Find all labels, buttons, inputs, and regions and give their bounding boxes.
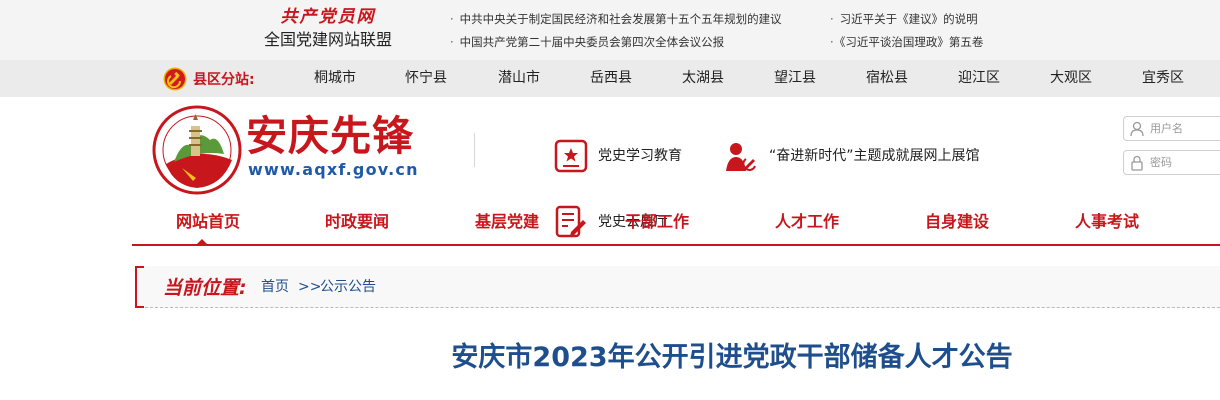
username-field[interactable] — [1123, 116, 1220, 141]
top-link[interactable]: 《习近平谈治国理政》第五卷 — [830, 34, 984, 50]
nav-item-talent[interactable]: 人才工作 — [775, 212, 839, 232]
region-item[interactable]: 潜山市 — [498, 69, 540, 87]
password-input[interactable] — [1150, 154, 1220, 171]
union-logo-name: 全国党建网站联盟 — [263, 30, 392, 49]
union-logo[interactable]: 共产党员网 全国党建网站联盟 — [252, 6, 404, 52]
header-divider — [474, 133, 475, 167]
region-item[interactable]: 桐城市 — [314, 69, 356, 87]
region-item[interactable]: 大观区 — [1050, 69, 1092, 87]
party-emblem-icon — [163, 67, 187, 91]
region-item[interactable]: 宿松县 — [866, 69, 908, 87]
article-title: 安庆市2023年公开引进党政干部储备人才公告 — [451, 342, 1013, 373]
top-link[interactable]: 中共中央关于制定国民经济和社会发展第十五个五年规划的建议 — [450, 11, 782, 27]
site-logo-url: www.aqxf.gov.cn — [248, 160, 419, 179]
user-icon — [1130, 121, 1144, 137]
union-logo-script: 共产党员网 — [280, 7, 376, 27]
breadcrumb: 当前位置: 首页 >> 公示公告 — [135, 266, 1220, 308]
region-item[interactable]: 宜秀区 — [1142, 69, 1184, 87]
nav-item-cadre[interactable]: 干部工作 — [625, 212, 689, 232]
region-item[interactable]: 迎江区 — [958, 69, 1000, 87]
site-logo-icon[interactable] — [152, 104, 242, 196]
nav-underline — [132, 244, 1220, 246]
breadcrumb-bracket — [135, 266, 144, 308]
password-field[interactable] — [1123, 150, 1220, 175]
header-link-exhibition[interactable]: “奋进新时代”主题成就展网上展馆 — [769, 147, 980, 165]
nav-item-grassroots[interactable]: 基层党建 — [475, 212, 539, 232]
breadcrumb-current-link[interactable]: 公示公告 — [320, 278, 376, 296]
breadcrumb-home-link[interactable]: 首页 — [261, 278, 289, 296]
breadcrumb-label: 当前位置: — [163, 277, 247, 299]
nav-item-politics[interactable]: 时政要闻 — [325, 212, 389, 232]
top-link[interactable]: 习近平关于《建议》的说明 — [830, 11, 978, 27]
region-item[interactable]: 岳西县 — [590, 69, 632, 87]
region-item[interactable]: 望江县 — [774, 69, 816, 87]
nav-item-self-building[interactable]: 自身建设 — [925, 212, 989, 232]
breadcrumb-separator: >> — [298, 279, 322, 295]
cloud-hall-icon[interactable] — [554, 205, 588, 239]
site-logo-title[interactable]: 安庆先锋 — [246, 112, 414, 160]
top-link[interactable]: 中国共产党第二十届中央委员会第四次全体会议公报 — [450, 34, 725, 50]
username-input[interactable] — [1150, 120, 1220, 137]
region-label: 县区分站: — [163, 67, 255, 91]
region-item[interactable]: 太湖县 — [682, 69, 724, 87]
region-bar: 县区分站: 桐城市 怀宁县 潜山市 岳西县 太湖县 望江县 宿松县 迎江区 大观… — [0, 60, 1220, 97]
lock-icon — [1131, 155, 1143, 171]
region-item[interactable]: 怀宁县 — [405, 69, 447, 87]
party-history-icon[interactable] — [554, 139, 588, 173]
top-bar: 共产党员网 全国党建网站联盟 中共中央关于制定国民经济和社会发展第十五个五年规划… — [0, 0, 1220, 60]
header-link-party-history[interactable]: 党史学习教育 — [598, 147, 682, 165]
region-label-text: 县区分站: — [193, 72, 255, 88]
exhibition-icon[interactable] — [724, 139, 758, 173]
nav-item-home[interactable]: 网站首页 — [176, 212, 240, 232]
nav-item-exam[interactable]: 人事考试 — [1075, 212, 1139, 232]
